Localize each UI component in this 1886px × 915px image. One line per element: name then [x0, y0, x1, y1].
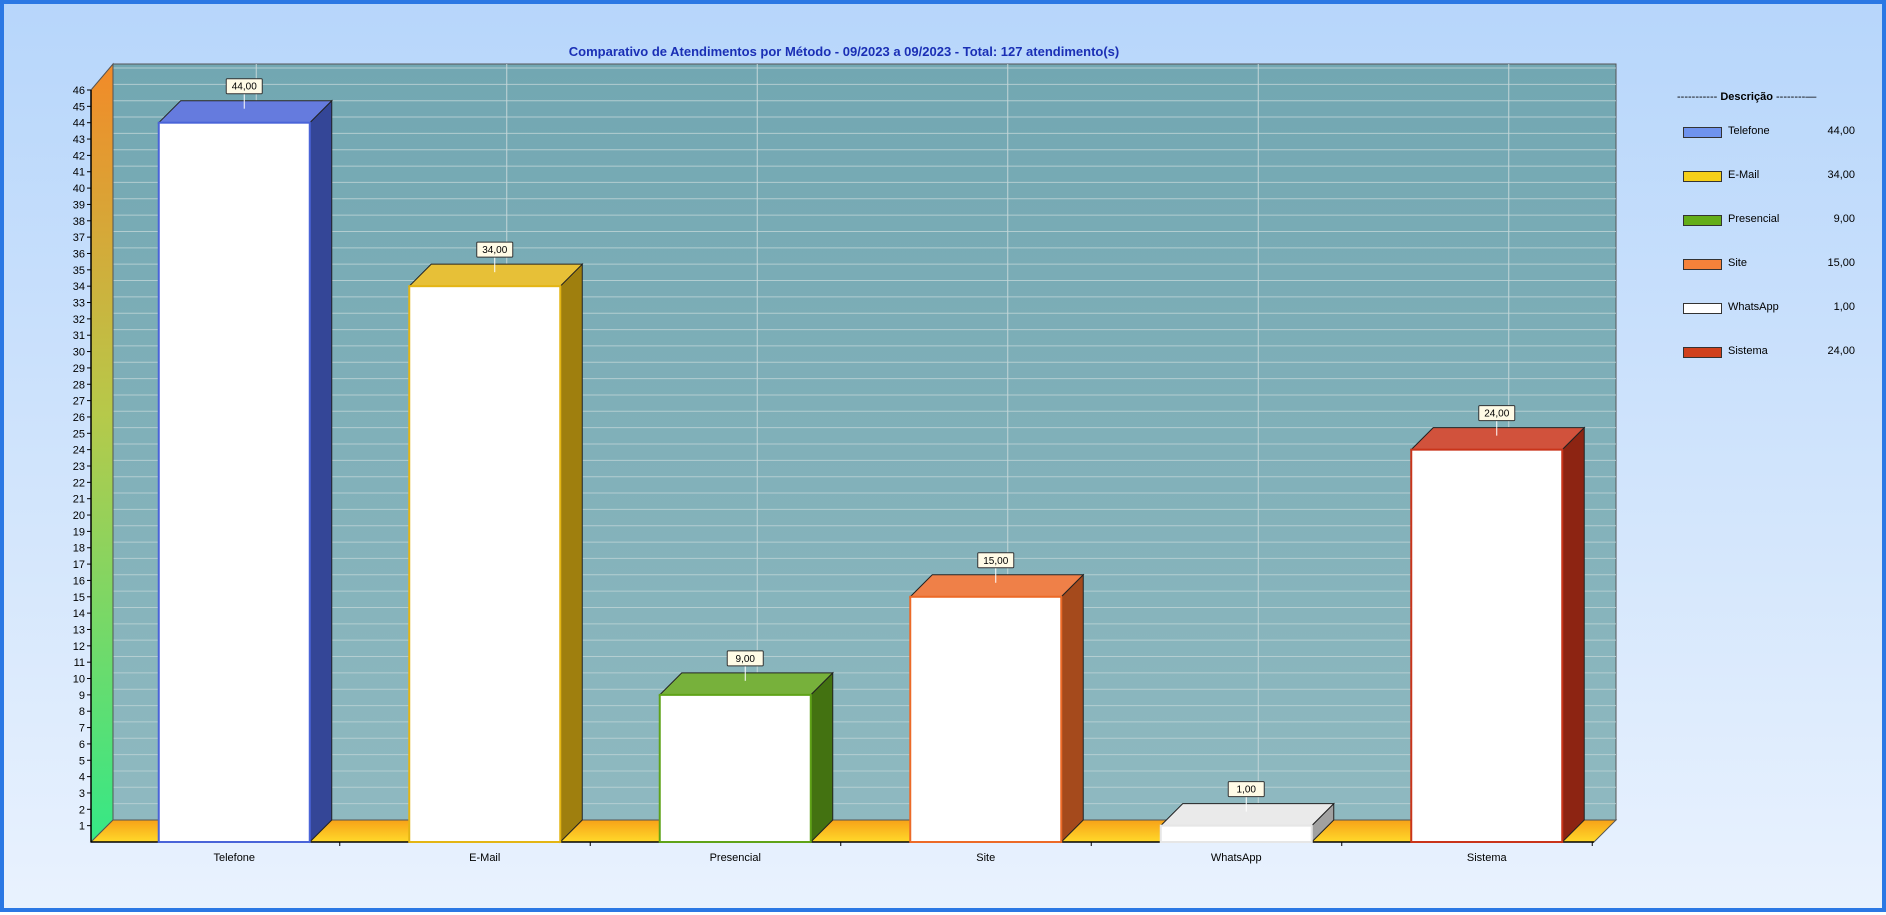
legend-swatch: [1683, 171, 1722, 182]
bar-top-site: [909, 574, 1085, 598]
bar-side-presencial: [810, 671, 834, 844]
data-label: 1,00: [1237, 785, 1257, 796]
y-tick-label: 3: [79, 788, 85, 800]
y-tick-label: 40: [73, 183, 85, 195]
y-tick-label: 19: [73, 526, 85, 538]
bar-side-telefone: [309, 99, 333, 844]
bar-sistema: [1410, 448, 1564, 843]
legend-swatch: [1683, 259, 1722, 270]
legend-label: Sistema: [1728, 345, 1768, 357]
x-tick-label: WhatsApp: [1211, 852, 1262, 864]
y-tick-label: 41: [73, 167, 85, 179]
bar-side-site: [1060, 573, 1084, 844]
x-tick-label: Site: [976, 852, 995, 864]
chart-title: Comparativo de Atendimentos por Método -…: [569, 44, 1119, 59]
y-tick-label: 11: [74, 657, 85, 669]
y-tick-label: 35: [73, 265, 85, 277]
legend-label: Site: [1728, 257, 1747, 269]
bar-telefone: [157, 121, 311, 843]
legend-swatch: [1683, 303, 1722, 314]
y-tick-label: 18: [73, 543, 85, 555]
y-tick-label: 28: [73, 379, 85, 391]
bar-top-presencial: [658, 672, 834, 696]
y-tick-label: 33: [73, 298, 85, 310]
y-tick-label: 44: [73, 118, 85, 130]
data-label: 9,00: [736, 654, 756, 665]
y-tick-label: 46: [73, 85, 85, 97]
y-tick-label: 30: [73, 347, 85, 359]
y-tick-label: 7: [79, 723, 85, 735]
y-tick-label: 26: [73, 412, 85, 424]
y-tick-label: 25: [73, 428, 85, 440]
bar-top-whatsapp: [1159, 803, 1335, 827]
x-tick-label: Presencial: [710, 852, 761, 864]
legend-title: ----------- Descrição --------—: [1677, 91, 1817, 103]
y-tick-label: 39: [73, 199, 85, 211]
left-wall: [90, 62, 114, 844]
bar-top-e-mail: [408, 263, 584, 287]
bar-side-e-mail: [559, 262, 583, 844]
bar-top-sistema: [1410, 427, 1586, 451]
y-tick-label: 9: [79, 690, 85, 702]
y-tick-label: 22: [73, 477, 85, 489]
legend-value: 15,00: [1827, 257, 1855, 269]
y-tick-label: 23: [73, 461, 85, 473]
y-tick-label: 32: [73, 314, 85, 326]
y-tick-label: 36: [73, 248, 85, 260]
bar-presencial: [658, 693, 812, 843]
x-tick-label: Sistema: [1467, 852, 1508, 864]
data-label: 44,00: [232, 82, 257, 93]
y-tick-label: 13: [73, 624, 85, 636]
y-tick-label: 5: [79, 755, 85, 767]
legend-label: Telefone: [1728, 125, 1770, 137]
x-tick-label: E-Mail: [469, 852, 500, 864]
y-tick-label: 8: [79, 706, 85, 718]
legend-value: 34,00: [1827, 169, 1855, 181]
y-tick-label: 14: [73, 608, 85, 620]
back-wall: [112, 63, 1617, 821]
y-tick-label: 12: [73, 641, 85, 653]
legend-swatch: [1683, 215, 1722, 226]
y-tick-label: 17: [73, 559, 85, 571]
y-tick-label: 31: [73, 330, 85, 342]
bar-side-sistema: [1561, 426, 1585, 844]
legend-swatch: [1683, 127, 1722, 138]
y-tick-label: 2: [79, 804, 85, 816]
bar-top-telefone: [157, 100, 333, 124]
y-tick-label: 16: [73, 575, 85, 587]
data-label: 15,00: [983, 556, 1008, 567]
y-tick-label: 15: [73, 592, 85, 604]
legend-value: 24,00: [1827, 345, 1855, 357]
y-tick-label: 27: [73, 396, 85, 408]
y-tick-label: 34: [73, 281, 85, 293]
y-tick-label: 37: [73, 232, 85, 244]
y-tick-label: 6: [79, 739, 85, 751]
chart-frame: 1 2 3 4 5 6 7 8 9 10 11 12 13 14 15 16 17 18 19 20 21 22 23 24 2…: [0, 0, 1886, 912]
y-tick-label: 24: [73, 445, 85, 457]
bar-site: [909, 595, 1063, 843]
y-tick-label: 20: [73, 510, 85, 522]
y-tick-label: 4: [79, 772, 85, 784]
y-tick-label: 10: [73, 674, 85, 686]
legend-label: Presencial: [1728, 213, 1780, 225]
legend-value: 1,00: [1833, 301, 1855, 313]
data-label: 34,00: [482, 245, 507, 256]
legend-swatch: [1683, 347, 1722, 358]
y-tick-label: 45: [73, 101, 85, 113]
bar-whatsapp: [1159, 824, 1313, 843]
y-tick-label: 42: [73, 150, 85, 162]
legend-label: E-Mail: [1728, 169, 1760, 181]
legend-value: 9,00: [1833, 213, 1855, 225]
y-tick-label: 21: [73, 494, 85, 506]
y-tick-label: 1: [79, 821, 85, 833]
y-tick-label: 38: [73, 216, 85, 228]
y-tick-label: 29: [73, 363, 85, 375]
data-label: 24,00: [1484, 409, 1509, 420]
legend-label: WhatsApp: [1728, 301, 1779, 313]
legend-value: 44,00: [1827, 125, 1855, 137]
y-tick-label: 43: [73, 134, 85, 146]
bar-chart: 1234567891011121314151617181920212223242…: [73, 44, 1618, 864]
x-tick-label: Telefone: [213, 852, 255, 864]
bar-e-mail: [408, 285, 562, 844]
